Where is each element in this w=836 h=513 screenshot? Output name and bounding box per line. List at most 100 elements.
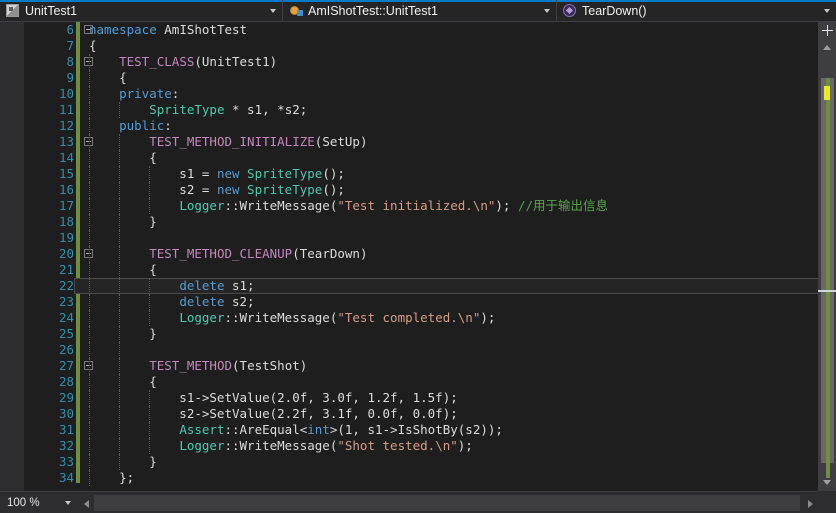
line-number: 15 <box>58 166 74 181</box>
member-dropdown[interactable]: TearDown() <box>557 0 836 21</box>
code-line[interactable]: 6 namespace AmIShotTest <box>0 22 836 38</box>
line-number: 33 <box>58 454 74 469</box>
line-number: 8 <box>66 54 74 69</box>
line-number: 22 <box>58 278 74 293</box>
line-number: 24 <box>58 310 74 325</box>
code-line[interactable]: 24 Logger::WriteMessage("Test completed.… <box>0 310 836 326</box>
line-number: 30 <box>58 406 74 421</box>
code-line[interactable]: 33 } <box>0 454 836 470</box>
line-number: 32 <box>58 438 74 453</box>
code-line[interactable]: 10 private: <box>0 86 836 102</box>
split-view-icon[interactable] <box>818 22 836 39</box>
code-line[interactable]: 23 delete s2; <box>0 294 836 310</box>
navigation-bar: UnitTest1 AmIShotTest::UnitTest1 TearDow… <box>0 0 836 22</box>
code-line[interactable]: 21 { <box>0 262 836 278</box>
code-line[interactable]: 29 s1->SetValue(2.0f, 3.0f, 1.2f, 1.5f); <box>0 390 836 406</box>
line-number: 11 <box>58 102 74 117</box>
code-line[interactable]: 31 Assert::AreEqual<int>(1, s1->IsShotBy… <box>0 422 836 438</box>
code-line[interactable]: 8 TEST_CLASS(UnitTest1) <box>0 54 836 70</box>
vertical-scrollbar[interactable] <box>818 22 836 491</box>
code-line[interactable]: 17 Logger::WriteMessage("Test initialize… <box>0 198 836 214</box>
code-text: { <box>89 150 157 165</box>
line-number: 27 <box>58 358 74 373</box>
line-number: 29 <box>58 390 74 405</box>
code-text: { <box>89 38 97 53</box>
code-line[interactable]: 12 public: <box>0 118 836 134</box>
code-line[interactable]: 32 Logger::WriteMessage("Shot tested.\n"… <box>0 438 836 454</box>
code-line[interactable]: 9 { <box>0 70 836 86</box>
code-line[interactable]: 27 TEST_METHOD(TestShot) <box>0 358 836 374</box>
method-icon <box>562 3 578 19</box>
code-text: { <box>89 374 157 389</box>
code-line[interactable]: 25 } <box>0 326 836 342</box>
indent-guide <box>89 230 91 246</box>
code-text: namespace AmIShotTest <box>89 22 248 37</box>
code-line[interactable]: 16 s2 = new SpriteType(); <box>0 182 836 198</box>
code-line[interactable]: 34 }; <box>0 470 836 486</box>
visual-studio-editor-window: UnitTest1 AmIShotTest::UnitTest1 TearDow… <box>0 0 836 513</box>
code-text: Logger::WriteMessage("Shot tested.\n"); <box>179 438 473 453</box>
code-text: }; <box>89 470 135 485</box>
code-text: TEST_CLASS(UnitTest1) <box>119 54 278 69</box>
code-line[interactable]: 14 { <box>0 150 836 166</box>
line-number: 16 <box>58 182 74 197</box>
line-number: 25 <box>58 326 74 341</box>
line-number: 6 <box>66 22 74 37</box>
code-text: } <box>89 214 157 229</box>
code-text: public: <box>119 118 172 133</box>
code-line[interactable]: 15 s1 = new SpriteType(); <box>0 166 836 182</box>
chevron-down-icon[interactable] <box>61 500 75 505</box>
indent-guide <box>119 342 121 358</box>
code-line[interactable]: 11 SpriteType * s1, *s2; <box>0 102 836 118</box>
code-text: { <box>89 70 127 85</box>
code-line[interactable]: 13 TEST_METHOD_INITIALIZE(SetUp) <box>0 134 836 150</box>
code-line[interactable]: 18 } <box>0 214 836 230</box>
zoom-level-dropdown[interactable]: 100 % <box>3 492 75 513</box>
project-dropdown[interactable]: UnitTest1 <box>0 0 283 21</box>
code-line[interactable]: 19 <box>0 230 836 246</box>
code-text: s2 = new SpriteType(); <box>89 182 345 197</box>
code-text: delete s1; <box>179 278 255 293</box>
chevron-down-icon[interactable] <box>820 0 834 21</box>
editor-status-bar: 100 % <box>0 491 836 513</box>
code-editor[interactable]: 6 namespace AmIShotTest 7{8 TEST_CLASS(Uni… <box>0 22 836 491</box>
scroll-up-arrow-icon[interactable] <box>818 39 836 56</box>
line-number: 20 <box>58 246 74 261</box>
scrollbar-caret-mark <box>818 290 836 292</box>
code-line[interactable]: 26 <box>0 342 836 358</box>
scroll-down-arrow-icon[interactable] <box>818 474 836 491</box>
chevron-down-icon[interactable] <box>266 0 280 21</box>
code-line[interactable]: 30 s2->SetValue(2.2f, 3.1f, 0.0f, 0.0f); <box>0 406 836 422</box>
class-dropdown-label: AmIShotTest::UnitTest1 <box>308 3 438 18</box>
code-text: } <box>89 326 157 341</box>
line-number: 17 <box>58 198 74 213</box>
project-icon <box>5 3 21 19</box>
code-text: Logger::WriteMessage("Test completed.\n"… <box>179 310 496 325</box>
class-dropdown[interactable]: AmIShotTest::UnitTest1 <box>283 0 557 21</box>
code-text: s1->SetValue(2.0f, 3.0f, 1.2f, 1.5f); <box>89 390 458 405</box>
code-text: s1 = new SpriteType(); <box>89 166 345 181</box>
chevron-down-icon[interactable] <box>540 0 554 21</box>
project-dropdown-label: UnitTest1 <box>25 3 78 18</box>
line-number: 31 <box>58 422 74 437</box>
line-number: 10 <box>58 86 74 101</box>
scrollbar-change-marks <box>826 78 830 478</box>
line-number: 23 <box>58 294 74 309</box>
code-lines-container[interactable]: 6 namespace AmIShotTest 7{8 TEST_CLASS(Uni… <box>0 22 836 491</box>
scroll-left-arrow-icon[interactable] <box>78 495 94 513</box>
line-number: 13 <box>58 134 74 149</box>
code-line[interactable]: 20 TEST_METHOD_CLEANUP(TearDown) <box>0 246 836 262</box>
zoom-level-value: 100 % <box>7 496 40 509</box>
line-number: 34 <box>58 470 74 485</box>
code-line[interactable]: 28 { <box>0 374 836 390</box>
code-text: TEST_METHOD_CLEANUP(TearDown) <box>149 246 368 261</box>
line-number: 12 <box>58 118 74 133</box>
scroll-right-arrow-icon[interactable] <box>802 495 818 513</box>
code-text: TEST_METHOD_INITIALIZE(SetUp) <box>149 134 368 149</box>
line-number: 7 <box>66 38 74 53</box>
scrollbar-corner <box>818 491 836 513</box>
code-line[interactable]: 7{ <box>0 38 836 54</box>
code-line[interactable]: 22 delete s1; <box>0 278 836 294</box>
horizontal-scrollbar[interactable] <box>94 495 800 511</box>
class-icon <box>288 3 304 19</box>
